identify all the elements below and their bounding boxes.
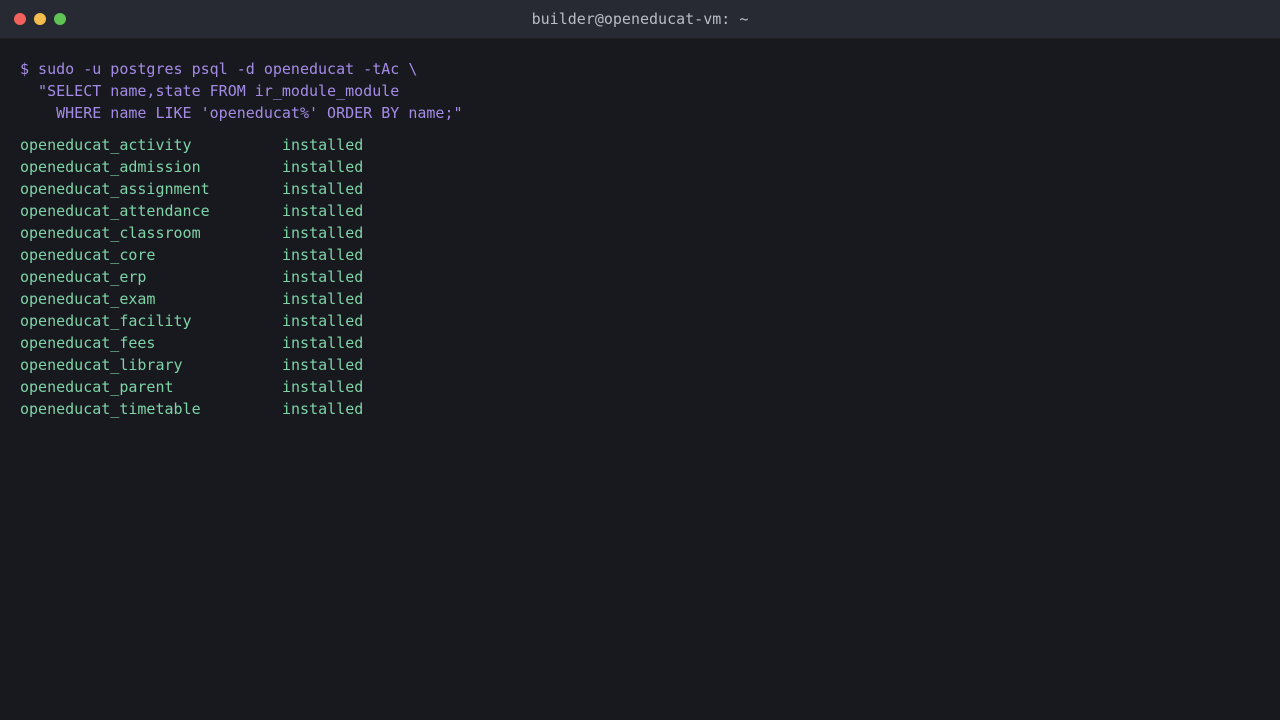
command-line: "SELECT name,state FROM ir_module_module bbox=[20, 82, 400, 100]
module-name: openeducat_timetable bbox=[20, 400, 201, 418]
module-name: openeducat_classroom bbox=[20, 224, 201, 242]
module-state: installed bbox=[282, 180, 364, 198]
module-name: openeducat_exam bbox=[20, 290, 156, 308]
module-name: openeducat_core bbox=[20, 246, 156, 264]
module-state: installed bbox=[282, 246, 364, 264]
terminal-content[interactable]: $ sudo -u postgres psql -d openeducat -t… bbox=[20, 58, 1260, 720]
output-row: openeducat_core installed bbox=[20, 244, 1260, 266]
module-name: openeducat_activity bbox=[20, 136, 192, 154]
module-state: installed bbox=[282, 378, 364, 396]
module-state: installed bbox=[282, 268, 364, 286]
output-row: openeducat_facility installed bbox=[20, 310, 1260, 332]
module-state: installed bbox=[282, 356, 364, 374]
module-name: openeducat_library bbox=[20, 356, 183, 374]
module-state: installed bbox=[282, 334, 364, 352]
command-line: $ sudo -u postgres psql -d openeducat -t… bbox=[20, 60, 418, 78]
module-state: installed bbox=[282, 290, 364, 308]
module-name: openeducat_assignment bbox=[20, 180, 210, 198]
output-row: openeducat_parent installed bbox=[20, 376, 1260, 398]
output-row: openeducat_erp installed bbox=[20, 266, 1260, 288]
module-name: openeducat_erp bbox=[20, 268, 147, 286]
output-row: openeducat_assignment installed bbox=[20, 178, 1260, 200]
query-output: openeducat_activity installed openeducat_… bbox=[20, 134, 1260, 420]
module-state: installed bbox=[282, 400, 364, 418]
module-name: openeducat_admission bbox=[20, 158, 201, 176]
window-title: builder@openeducat-vm: ~ bbox=[531, 10, 749, 28]
module-state: installed bbox=[282, 202, 364, 220]
terminal-window: builder@openeducat-vm: ~ $ sudo -u postg… bbox=[0, 0, 1280, 720]
command-line: WHERE name LIKE 'openeducat%' ORDER BY n… bbox=[20, 104, 463, 122]
module-state: installed bbox=[282, 224, 364, 242]
module-state: installed bbox=[282, 312, 364, 330]
output-row: openeducat_fees installed bbox=[20, 332, 1260, 354]
output-row: openeducat_classroom installed bbox=[20, 222, 1260, 244]
output-row: openeducat_admission installed bbox=[20, 156, 1260, 178]
output-row: openeducat_library installed bbox=[20, 354, 1260, 376]
module-name: openeducat_parent bbox=[20, 378, 174, 396]
module-state: installed bbox=[282, 136, 364, 154]
module-name: openeducat_attendance bbox=[20, 202, 210, 220]
output-row: openeducat_exam installed bbox=[20, 288, 1260, 310]
module-name: openeducat_facility bbox=[20, 312, 192, 330]
output-row: openeducat_attendance installed bbox=[20, 200, 1260, 222]
module-state: installed bbox=[282, 158, 364, 176]
titlebar: builder@openeducat-vm: ~ bbox=[0, 0, 1280, 39]
module-name: openeducat_fees bbox=[20, 334, 156, 352]
output-row: openeducat_timetable installed bbox=[20, 398, 1260, 420]
output-row: openeducat_activity installed bbox=[20, 134, 1260, 156]
